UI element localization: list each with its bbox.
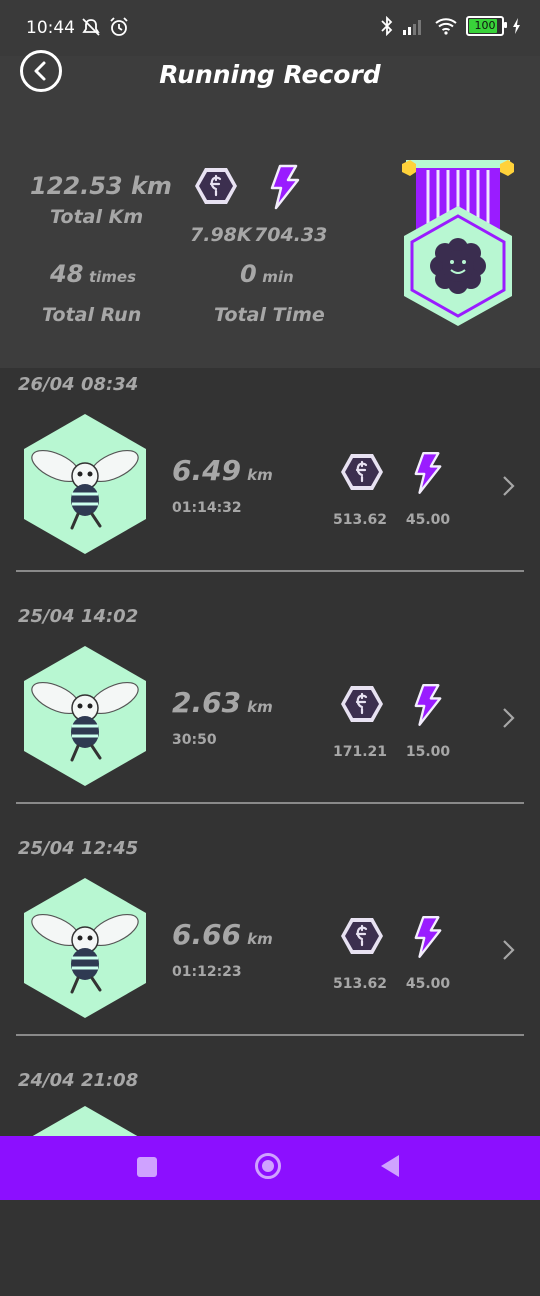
- recent-apps-button[interactable]: [137, 1157, 157, 1177]
- run-duration: 01:14:32: [172, 500, 242, 516]
- run-date: 25/04 14:02: [18, 606, 139, 627]
- hex-coin-icon: [341, 918, 383, 954]
- nav-back-button[interactable]: [381, 1155, 399, 1177]
- total-runs: 48 times: [50, 260, 136, 288]
- total-runs-unit: times: [88, 268, 137, 286]
- run-coin-value: 171.21: [332, 744, 388, 760]
- lightning-bolt-icon: [414, 452, 442, 494]
- run-entry[interactable]: 25/04 12:45 6.66 km 01:12:23 513.62 45.00: [0, 832, 540, 1064]
- status-time: 10:44: [26, 18, 75, 38]
- total-time-value: 0: [240, 260, 257, 288]
- divider: [16, 1034, 524, 1036]
- run-entry[interactable]: 25/04 14:02 2.63 km 30:50 171.21 15.00: [0, 600, 540, 832]
- run-distance-value: 6.49: [172, 454, 242, 487]
- status-left-icons: [80, 16, 130, 38]
- run-date: 26/04 08:34: [18, 374, 139, 395]
- summary-header: Running Record 122.53 km Total Km 7.98K …: [0, 50, 540, 368]
- total-km-label: Total Km: [50, 206, 144, 228]
- system-nav-bar: [0, 1136, 540, 1200]
- lightning-bolt-icon: [414, 916, 442, 958]
- signal-icon: [403, 20, 421, 35]
- status-bar: 10:44 100: [0, 0, 540, 56]
- battery-indicator: 100: [466, 16, 507, 36]
- hex-coin-icon: [195, 168, 237, 204]
- run-energy-value: 45.00: [405, 976, 451, 992]
- chevron-right-icon[interactable]: [500, 474, 518, 498]
- run-distance: 2.63 km: [172, 686, 273, 719]
- run-date: 24/04 21:08: [18, 1070, 139, 1091]
- total-runs-label: Total Run: [42, 304, 142, 326]
- total-time-label: Total Time: [214, 304, 325, 326]
- divider: [16, 570, 524, 572]
- run-distance-value: 6.66: [172, 918, 242, 951]
- mute-notification-icon: [82, 18, 100, 36]
- run-distance-unit: km: [247, 698, 273, 716]
- run-coin-value: 513.62: [332, 976, 388, 992]
- total-km-value: 122.53 km: [30, 172, 172, 200]
- coin-total-value: 7.98K: [190, 224, 252, 246]
- run-duration: 30:50: [172, 732, 217, 748]
- total-time: 0 min: [240, 260, 294, 288]
- run-duration: 01:12:23: [172, 964, 242, 980]
- run-distance-unit: km: [247, 930, 273, 948]
- bluetooth-icon: [381, 16, 393, 36]
- lightning-bolt-icon: [414, 684, 442, 726]
- run-date: 25/04 12:45: [18, 838, 139, 859]
- run-distance: 6.66 km: [172, 918, 273, 951]
- page-title: Running Record: [159, 60, 381, 89]
- energy-total-value: 704.33: [254, 224, 328, 246]
- run-energy-value: 15.00: [405, 744, 451, 760]
- run-distance: 6.49 km: [172, 454, 273, 487]
- run-coin-value: 513.62: [332, 512, 388, 528]
- run-distance-unit: km: [247, 466, 273, 484]
- total-time-unit: min: [262, 268, 294, 286]
- chevron-right-icon[interactable]: [500, 706, 518, 730]
- hex-coin-icon: [341, 686, 383, 722]
- bee-avatar-icon: [32, 1106, 138, 1136]
- home-button[interactable]: [255, 1153, 281, 1179]
- status-right-icons: 100: [380, 16, 522, 36]
- run-entry[interactable]: 26/04 08:34 6.49 km 01:14:32 513.62 45.00: [0, 368, 540, 600]
- run-distance-value: 2.63: [172, 686, 242, 719]
- bee-avatar-icon: [24, 878, 146, 1018]
- hex-coin-icon: [341, 454, 383, 490]
- flower-medal-icon: [402, 160, 514, 326]
- total-runs-value: 48: [50, 260, 84, 288]
- bee-avatar-icon: [24, 414, 146, 554]
- run-energy-value: 45.00: [405, 512, 451, 528]
- bee-avatar-icon: [24, 646, 146, 786]
- alarm-icon: [110, 17, 128, 36]
- wifi-icon: [435, 18, 457, 35]
- chevron-right-icon[interactable]: [500, 938, 518, 962]
- charging-icon: [513, 18, 520, 34]
- lightning-bolt-icon: [270, 164, 300, 210]
- divider: [16, 802, 524, 804]
